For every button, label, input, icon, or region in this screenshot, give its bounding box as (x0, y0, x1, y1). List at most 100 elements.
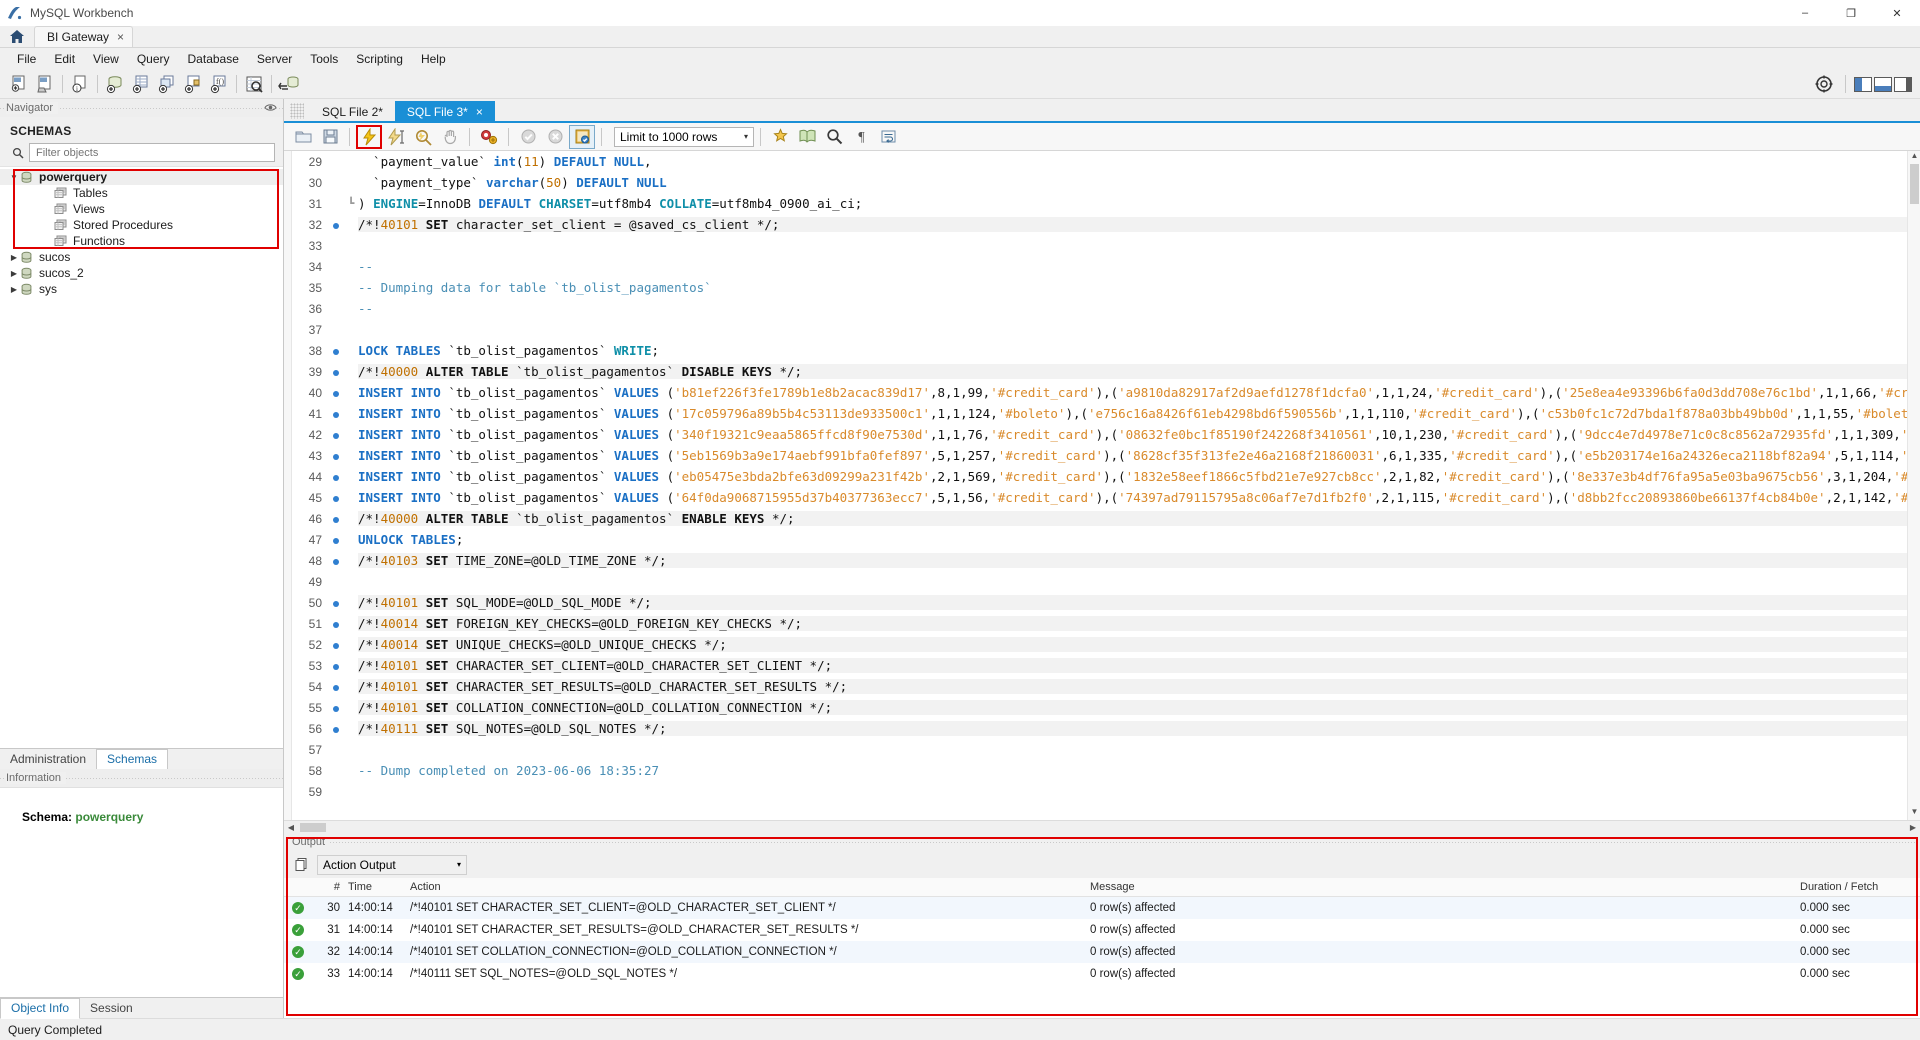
workspace-tab-bi-gateway[interactable]: BI Gateway × (34, 26, 134, 47)
menu-file[interactable]: File (8, 50, 45, 68)
open-script-icon[interactable] (290, 125, 316, 149)
scroll-down-icon[interactable]: ▼ (1908, 807, 1920, 820)
filter-objects-box[interactable] (29, 143, 275, 162)
new-table-icon[interactable] (128, 72, 154, 96)
code-line[interactable]: 34 -- (292, 256, 1907, 277)
statement-marker-icon[interactable] (328, 490, 344, 505)
toggle-secondary-sidebar-button[interactable] (1894, 76, 1912, 92)
filter-objects-input[interactable] (34, 145, 274, 160)
menu-tools[interactable]: Tools (301, 50, 347, 68)
schema-tree-item-tables[interactable]: Tables (0, 185, 283, 201)
find-icon[interactable] (794, 125, 820, 149)
code-line[interactable]: 55 /*!40101 SET COLLATION_CONNECTION=@OLD… (292, 697, 1907, 718)
schema-tree-item-sys[interactable]: ▶ sys (0, 281, 283, 297)
menu-edit[interactable]: Edit (45, 50, 84, 68)
new-procedure-icon[interactable] (180, 72, 206, 96)
sql-code-editor[interactable]: 29 `payment_value` int(11) DEFAULT NULL,… (284, 151, 1920, 820)
code-line[interactable]: 53 /*!40101 SET CHARACTER_SET_CLIENT=@OLD… (292, 655, 1907, 676)
statement-marker-icon[interactable] (328, 406, 344, 421)
schema-tree-item-stored-procedures[interactable]: Stored Procedures (0, 217, 283, 233)
home-icon[interactable] (4, 25, 30, 47)
chevron-right-icon[interactable]: ▶ (8, 285, 20, 294)
code-line[interactable]: 30 `payment_type` varchar(50) DEFAULT NU… (292, 172, 1907, 193)
commit-icon[interactable] (515, 125, 541, 149)
chevron-down-icon[interactable]: ▼ (8, 173, 20, 182)
schema-tree-item-functions[interactable]: Functions (0, 233, 283, 249)
code-line[interactable]: 37 (292, 319, 1907, 340)
statement-marker-icon[interactable] (328, 721, 344, 736)
menu-query[interactable]: Query (128, 50, 179, 68)
code-line[interactable]: 40 INSERT INTO `tb_olist_pagamentos` VALU… (292, 382, 1907, 403)
statement-marker-icon[interactable] (328, 553, 344, 568)
scroll-right-icon[interactable]: ▶ (1906, 823, 1920, 832)
toggle-output-panel-button[interactable] (1874, 76, 1892, 92)
table-row[interactable]: ✓ 30 14:00:14 /*!40101 SET CHARACTER_SET_CL… (284, 897, 1920, 919)
toggle-sidebar-button[interactable] (1854, 76, 1872, 92)
scroll-up-icon[interactable]: ▲ (1908, 151, 1920, 164)
save-script-icon[interactable] (317, 125, 343, 149)
output-type-select[interactable]: Action Output ▾ (317, 854, 467, 875)
execute-all-icon[interactable] (356, 124, 382, 149)
explain-query-icon[interactable] (410, 125, 436, 149)
code-line[interactable]: 41 INSERT INTO `tb_olist_pagamentos` VALU… (292, 403, 1907, 424)
code-line[interactable]: 32 /*!40101 SET character_set_client = @s… (292, 214, 1907, 235)
schema-tree-item-sucos_2[interactable]: ▶ sucos_2 (0, 265, 283, 281)
code-line[interactable]: 29 `payment_value` int(11) DEFAULT NULL, (292, 151, 1907, 172)
menu-view[interactable]: View (84, 50, 128, 68)
code-line[interactable]: 39 /*!40000 ALTER TABLE `tb_olist_pagamen… (292, 361, 1907, 382)
code-line[interactable]: 33 (292, 235, 1907, 256)
tab-schemas[interactable]: Schemas (96, 749, 169, 770)
vertical-scroll-thumb[interactable] (1910, 164, 1919, 204)
stop-execution-icon[interactable] (437, 125, 463, 149)
schema-tree-item-sucos[interactable]: ▶ sucos (0, 249, 283, 265)
chevron-right-icon[interactable]: ▶ (8, 253, 20, 262)
statement-marker-icon[interactable] (328, 679, 344, 694)
output-pages-icon[interactable] (294, 857, 309, 872)
close-icon[interactable]: × (476, 105, 483, 119)
statement-marker-icon[interactable] (328, 469, 344, 484)
connection-info-icon[interactable]: i (67, 72, 93, 96)
statement-marker-icon[interactable] (328, 637, 344, 652)
statement-marker-icon[interactable] (328, 700, 344, 715)
inspect-table-icon[interactable] (241, 72, 267, 96)
chevron-right-icon[interactable]: ▶ (8, 269, 20, 278)
action-output-table[interactable]: # Time Action Message Duration / Fetch ✓… (284, 878, 1920, 1018)
sql-tab-file-3[interactable]: SQL File 3* × (394, 101, 495, 123)
reconnect-server-icon[interactable] (276, 72, 302, 96)
new-schema-icon[interactable] (102, 72, 128, 96)
code-line[interactable]: 46 /*!40000 ALTER TABLE `tb_olist_pagamen… (292, 508, 1907, 529)
statement-marker-icon[interactable] (328, 532, 344, 547)
tab-administration[interactable]: Administration (0, 750, 96, 769)
statement-marker-icon[interactable] (328, 364, 344, 379)
code-line[interactable]: 31 ┗) ENGINE=InnoDB DEFAULT CHARSET=utf8m… (292, 193, 1907, 214)
help-target-icon[interactable] (1811, 72, 1837, 96)
close-button[interactable]: ✕ (1874, 0, 1920, 26)
eye-icon[interactable] (264, 102, 277, 113)
schema-tree[interactable]: ▼ powerquery Tables Views Stored Procedures F… (0, 166, 283, 748)
editor-horizontal-scrollbar[interactable]: ◀ ▶ (284, 820, 1920, 833)
toggle-invisible-chars-icon[interactable]: ¶ (848, 125, 874, 149)
beautify-icon[interactable] (767, 125, 793, 149)
open-sql-file-icon[interactable] (32, 72, 58, 96)
row-limit-select[interactable]: Limit to 1000 rows ▾ (614, 126, 754, 147)
statement-marker-icon[interactable] (328, 343, 344, 358)
code-line[interactable]: 35 -- Dumping data for table `tb_olist_pa… (292, 277, 1907, 298)
minimize-button[interactable]: – (1782, 0, 1828, 26)
menu-scripting[interactable]: Scripting (347, 50, 412, 68)
statement-marker-icon[interactable] (328, 427, 344, 442)
code-line[interactable]: 47 UNLOCK TABLES; (292, 529, 1907, 550)
code-line[interactable]: 42 INSERT INTO `tb_olist_pagamentos` VALU… (292, 424, 1907, 445)
code-line[interactable]: 56 /*!40111 SET SQL_NOTES=@OLD_SQL_NOTES … (292, 718, 1907, 739)
statement-marker-icon[interactable] (328, 448, 344, 463)
statement-marker-icon[interactable] (328, 217, 344, 232)
code-line[interactable]: 38 LOCK TABLES `tb_olist_pagamentos` WRIT… (292, 340, 1907, 361)
tab-object-info[interactable]: Object Info (0, 998, 81, 1019)
code-line[interactable]: 45 INSERT INTO `tb_olist_pagamentos` VALU… (292, 487, 1907, 508)
new-function-icon[interactable]: f() (206, 72, 232, 96)
code-line[interactable]: 54 /*!40101 SET CHARACTER_SET_RESULTS=@OL… (292, 676, 1907, 697)
statement-marker-icon[interactable] (328, 511, 344, 526)
statement-marker-icon[interactable] (328, 616, 344, 631)
horizontal-scroll-thumb[interactable] (300, 822, 326, 832)
maximize-button[interactable]: ❐ (1828, 0, 1874, 26)
statement-marker-icon[interactable] (328, 385, 344, 400)
